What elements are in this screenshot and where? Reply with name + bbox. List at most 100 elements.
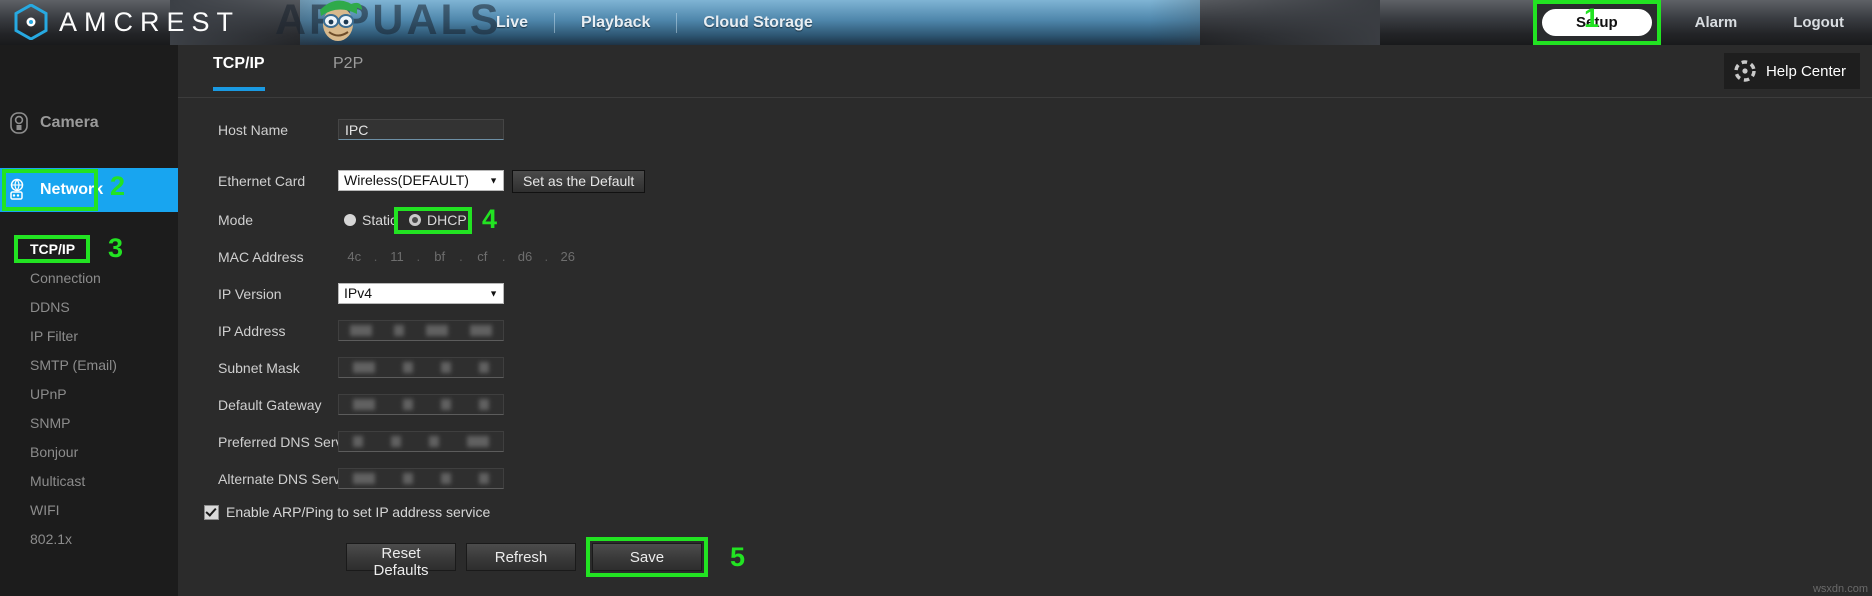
nav-item-live[interactable]: Live [470,0,554,45]
redacted-octet [470,325,492,336]
preferred-dns-input[interactable] [338,431,504,452]
radio-dot-dhcp[interactable] [409,213,422,226]
mac-octet: d6 [517,249,533,264]
help-center-button[interactable]: Help Center [1723,53,1860,89]
mode-label: Mode [218,211,254,228]
annotation-step-5: 5 [730,541,746,572]
redacted-octet [353,399,375,410]
annotation-step-2: 2 [110,171,126,201]
default-gateway-label: Default Gateway [218,396,322,413]
sidebar-item-tcpip[interactable]: TCP/IP [0,235,178,264]
sidebar-item-ddns[interactable]: DDNS [0,293,178,322]
ethernet-card-value: Wireless(DEFAULT) [344,172,469,188]
annotation-step-1: 1 [1583,3,1599,33]
sidebar-item-upnp[interactable]: UPnP [0,380,178,409]
lifebuoy-icon [1734,60,1756,82]
nav-item-logout[interactable]: Logout [1765,0,1872,45]
redacted-octet [403,473,413,484]
sidebar-item-ip-filter[interactable]: IP Filter [0,322,178,351]
redacted-octet [350,325,372,336]
row-subnet-mask: Subnet Mask [178,353,1872,382]
mac-separator: . [373,249,378,264]
save-button[interactable]: Save [592,543,702,571]
row-preferred-dns: Preferred DNS Server [178,427,1872,456]
redacted-octet [467,436,489,447]
radio-dot-static[interactable] [344,213,356,226]
mac-octet: cf [477,249,488,264]
chevron-down-icon: ▼ [489,288,498,298]
redacted-octet [479,399,489,410]
refresh-button[interactable]: Refresh [466,543,576,571]
default-gateway-input[interactable] [338,394,504,415]
brand[interactable]: AMCREST [14,3,240,41]
tab-tcpip[interactable]: TCP/IP [213,55,265,91]
sidebar-category-label: Camera [40,114,99,131]
reset-defaults-button[interactable]: Reset Defaults [346,543,456,579]
content-panel: TCP/IP P2P Help Center Host Name Etherne… [178,45,1872,596]
sidebar-item-smtp-email[interactable]: SMTP (Email) [0,351,178,380]
redacted-octet [479,362,489,373]
ethernet-card-label: Ethernet Card [218,172,306,189]
row-arp-ping: Enable ARP/Ping to set IP address servic… [178,497,1872,527]
nav-item-playback[interactable]: Playback [555,0,676,45]
redacted-octet [441,362,451,373]
sidebar-category-camera[interactable]: Camera [0,101,186,145]
camera-icon [10,112,28,134]
help-center-label: Help Center [1765,62,1846,80]
sidebar-item-wifi[interactable]: WIFI [0,496,178,525]
mac-octet: 26 [560,249,575,264]
arp-ping-label: Enable ARP/Ping to set IP address servic… [226,504,491,520]
host-name-label: Host Name [218,121,289,138]
tab-p2p[interactable]: P2P [333,55,363,87]
mac-separator: . [544,249,549,264]
primary-nav: Live Playback Cloud Storage [470,0,839,45]
mode-option-static[interactable]: Static [338,210,403,230]
row-alternate-dns: Alternate DNS Server [178,464,1872,493]
set-as-default-button[interactable]: Set as the Default [512,170,646,193]
mode-option-dhcp-label: DHCP [427,211,467,228]
host-name-input[interactable] [338,119,504,140]
sidebar-item-connection[interactable]: Connection [0,264,178,293]
chevron-down-icon: ▼ [489,175,498,185]
ethernet-card-select[interactable]: Wireless(DEFAULT) ▼ [338,170,504,191]
alternate-dns-input[interactable] [338,468,504,489]
alternate-dns-label: Alternate DNS Server [218,470,353,487]
sidebar-item-snmp[interactable]: SNMP [0,409,178,438]
ip-address-input[interactable] [338,320,504,341]
redacted-octet [479,473,489,484]
sidebar-item-multicast[interactable]: Multicast [0,467,178,496]
ip-version-select[interactable]: IPv4 ▼ [338,283,504,304]
redacted-octet [353,473,375,484]
redacted-octet [353,436,363,447]
nav-item-cloud-storage[interactable]: Cloud Storage [677,0,838,45]
network-icon [10,178,24,200]
mode-option-dhcp[interactable]: DHCP [403,210,473,230]
sidebar-category-network[interactable]: Network [0,168,186,212]
mac-address-label: MAC Address [218,248,304,265]
mode-radio-group: Static DHCP [338,210,473,230]
sidebar-category-label: Network [40,181,104,198]
mac-octet: bf [434,249,446,264]
sidebar: Camera Network 2 3 TCP/IP Connection DDN… [0,45,200,596]
redacted-octet [441,399,451,410]
redacted-octet [426,325,448,336]
sidebar-item-8021x[interactable]: 802.1x [0,525,178,554]
subnet-mask-input[interactable] [338,357,504,378]
row-host-name: Host Name [178,115,1872,144]
mac-separator: . [416,249,421,264]
top-bar: APPUALS AMCREST Live Playback Cloud Stor… [0,0,1872,45]
tab-bar: TCP/IP P2P Help Center [178,45,1872,98]
redacted-octet [429,436,439,447]
redacted-octet [403,399,413,410]
row-mac-address: MAC Address 4c . 11 . bf . cf . d6 . 26 [178,242,1872,271]
row-ethernet-card: Ethernet Card Wireless(DEFAULT) ▼ Set as… [178,166,1872,195]
nav-item-alarm[interactable]: Alarm [1667,0,1766,45]
ip-address-label: IP Address [218,322,286,339]
brand-name: AMCREST [59,6,241,37]
mac-separator: . [459,249,463,264]
redacted-octet [403,362,413,373]
footer-watermark: wsxdn.com [1812,583,1868,595]
redacted-octet [391,436,401,447]
sidebar-item-bonjour[interactable]: Bonjour [0,438,178,467]
arp-ping-checkbox[interactable] [204,504,219,520]
